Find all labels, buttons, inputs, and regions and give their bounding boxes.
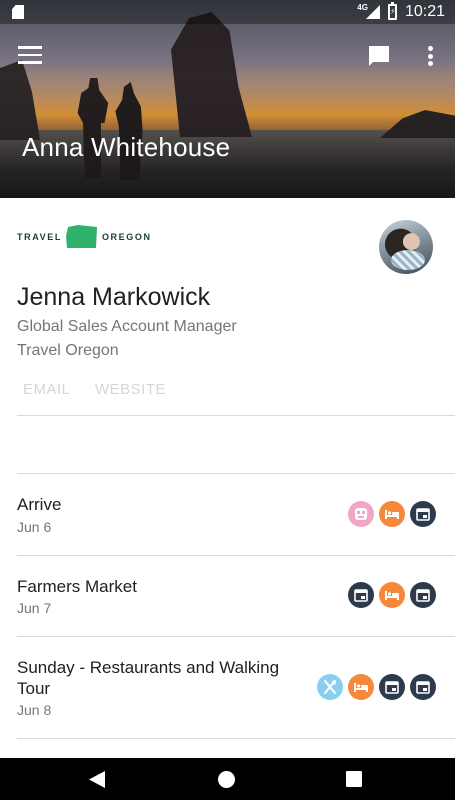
itinerary-title: Arrive	[17, 495, 62, 514]
itinerary-item[interactable]: Sunday - Restaurants and Walking Tour Ju…	[0, 637, 455, 738]
attraction-icon	[348, 501, 374, 527]
itinerary-title: Farmers Market	[17, 577, 137, 596]
system-nav-bar	[0, 758, 455, 800]
contact-name: Jenna Markowick	[17, 283, 211, 311]
page-title: Anna Whitehouse	[22, 132, 231, 162]
battery-charging-icon: ⚡	[387, 2, 397, 20]
more-vert-icon[interactable]	[420, 44, 440, 68]
itinerary-item[interactable]: Arrive Jun 6	[0, 474, 455, 555]
recents-icon[interactable]	[346, 771, 362, 787]
contact-role: Global Sales Account Manager	[17, 318, 237, 335]
calendar-icon	[410, 674, 436, 700]
sd-card-icon	[12, 5, 24, 19]
email-button[interactable]: EMAIL	[23, 381, 71, 398]
status-bar: 4G ⚡ 10:21	[0, 0, 455, 24]
home-icon[interactable]	[218, 771, 235, 788]
clock: 10:21	[404, 3, 445, 20]
dining-icon	[317, 674, 343, 700]
chat-icon[interactable]	[367, 44, 391, 68]
signal-icon	[365, 5, 380, 19]
itinerary-item[interactable]: Farmers Market Jun 7	[0, 556, 455, 636]
itinerary-date: Jun 8	[17, 702, 52, 718]
lodging-icon	[379, 501, 405, 527]
divider	[17, 738, 455, 739]
calendar-icon	[410, 501, 436, 527]
itinerary-title: Sunday - Restaurants and Walking Tour	[17, 658, 280, 698]
header-photo	[0, 0, 455, 198]
divider	[17, 415, 455, 416]
lodging-icon	[348, 674, 374, 700]
travel-oregon-logo: TRAVEL OREGON	[17, 224, 152, 250]
calendar-icon	[348, 582, 374, 608]
itinerary-date: Jun 6	[17, 519, 52, 535]
website-button[interactable]: WEBSITE	[95, 381, 166, 398]
menu-icon[interactable]	[18, 46, 42, 66]
lodging-icon	[379, 582, 405, 608]
oregon-state-icon	[65, 225, 97, 248]
contact-organization: Travel Oregon	[17, 342, 119, 359]
itinerary-date: Jun 7	[17, 600, 52, 616]
back-icon[interactable]	[89, 771, 105, 788]
calendar-icon	[379, 674, 405, 700]
network-type: 4G	[357, 2, 368, 12]
calendar-icon	[410, 582, 436, 608]
avatar[interactable]	[379, 220, 433, 274]
